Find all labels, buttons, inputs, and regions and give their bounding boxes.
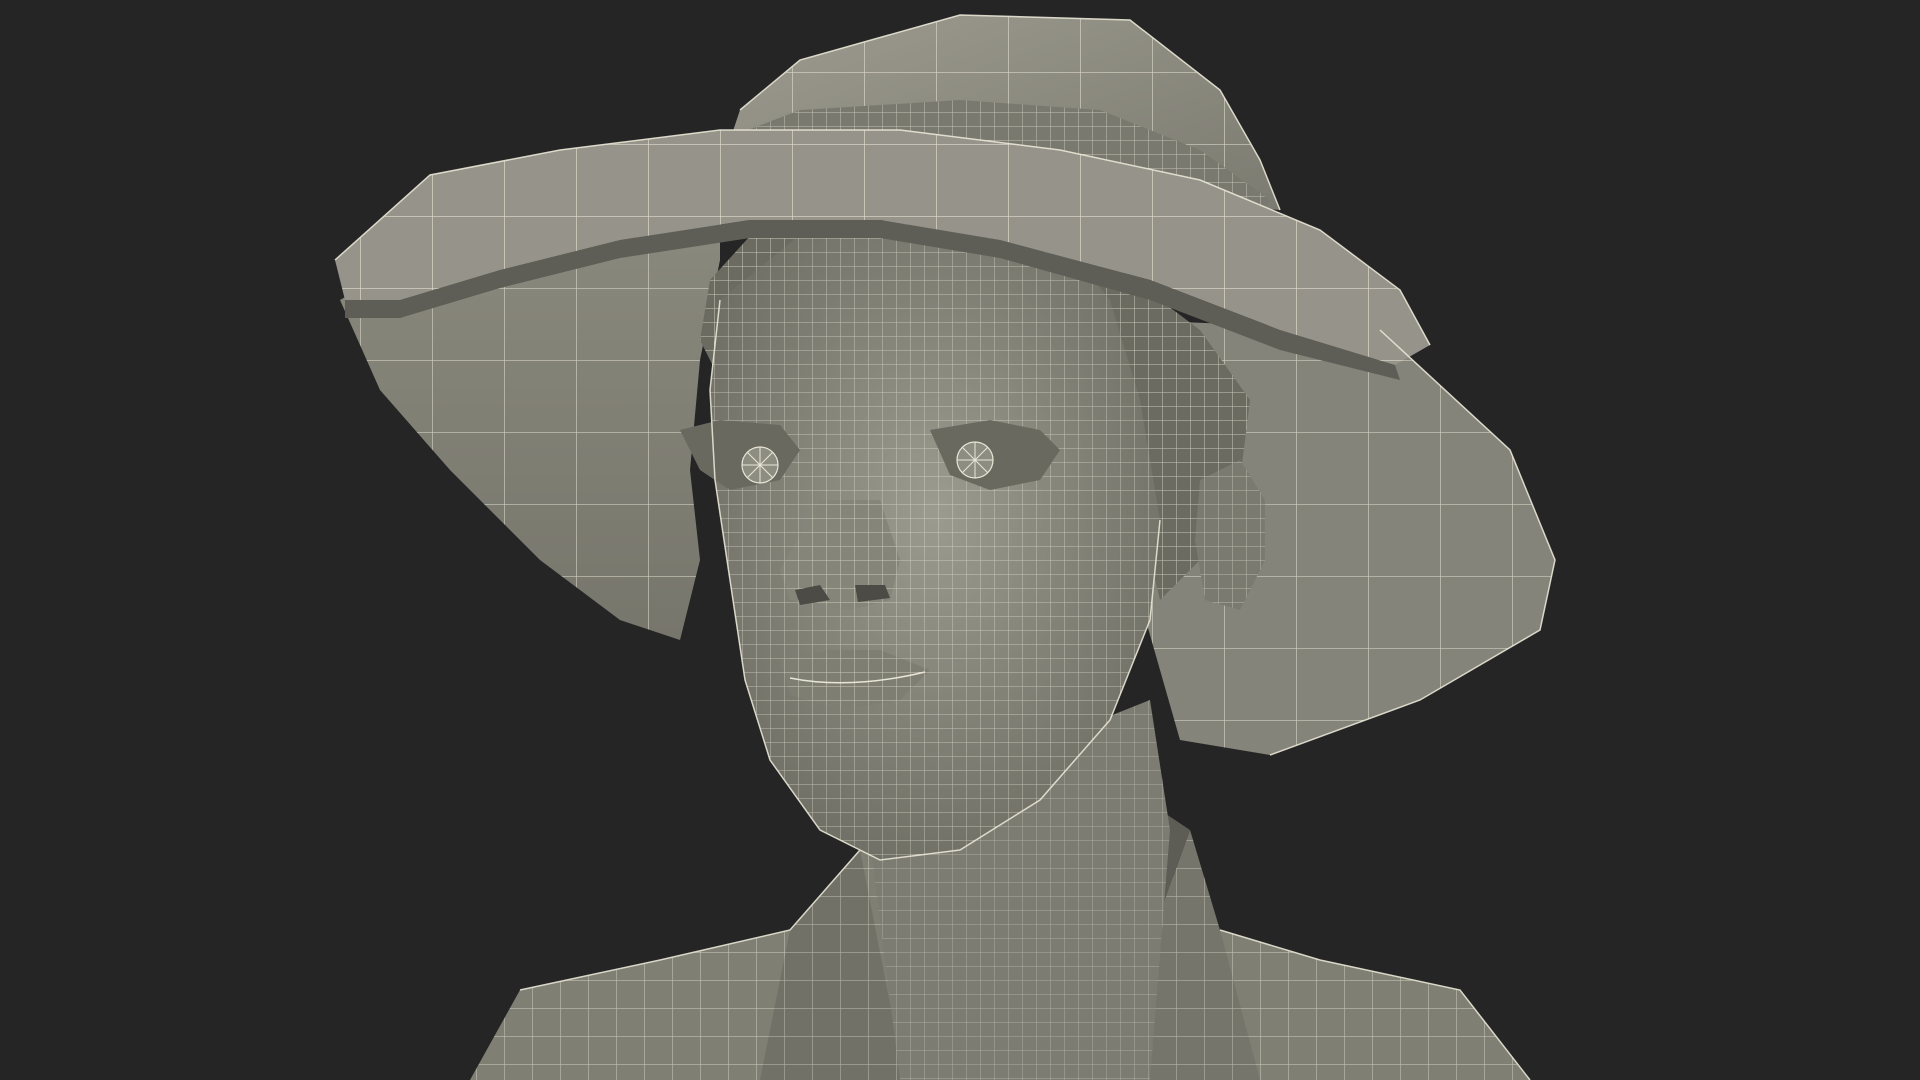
3d-viewport[interactable] (0, 0, 1920, 1080)
wireframe-bust-render (0, 0, 1920, 1080)
